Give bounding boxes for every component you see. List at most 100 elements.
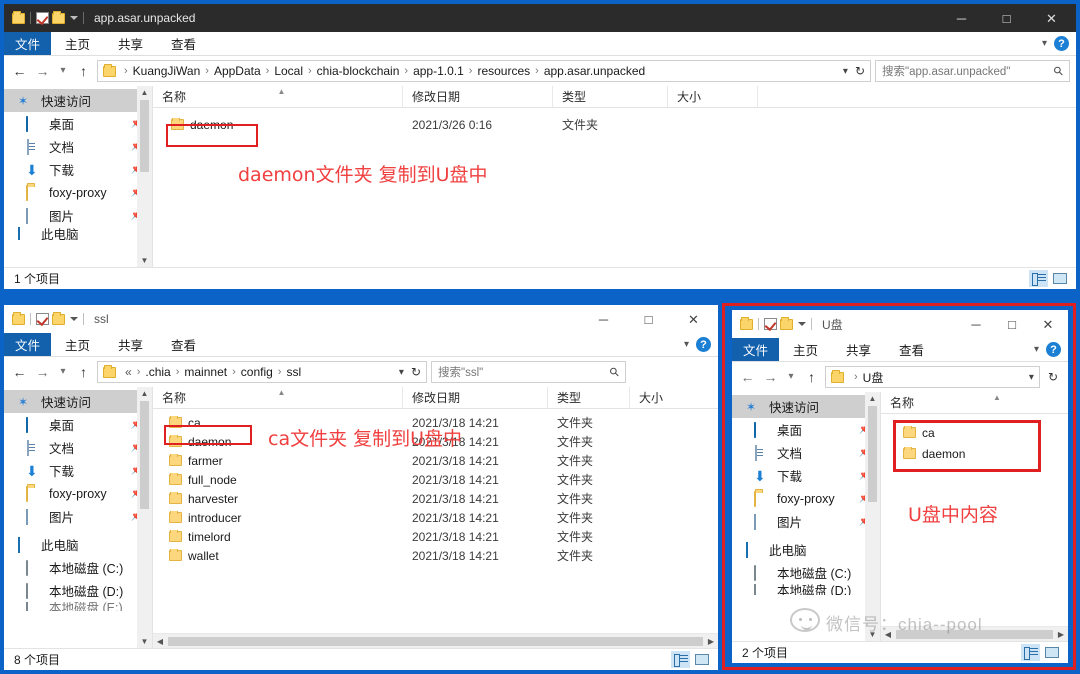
address-row[interactable]: ← → ▾ ↑ › U盘 ▾ ↻ — [732, 362, 1068, 392]
column-header-name[interactable]: 名称 ▲ — [881, 392, 1056, 413]
scroll-left-icon[interactable]: ◀ — [153, 637, 167, 646]
scroll-right-icon[interactable]: ▶ — [704, 637, 718, 646]
sidebar-item-foxy-proxy[interactable]: foxy-proxy 📌 — [4, 482, 152, 505]
column-header-size[interactable]: 大小 — [630, 387, 700, 408]
maximize-button[interactable]: □ — [626, 305, 671, 333]
minimize-button[interactable]: ─ — [958, 310, 994, 338]
ribbon-expand-icon[interactable]: ▾ — [1034, 344, 1039, 355]
nav-list[interactable]: ✶ 快速访问 桌面 📌 文档 📌 ⬇ 下载 📌 — [4, 86, 152, 267]
sidebar-item-quick-access[interactable]: ✶ 快速访问 — [4, 390, 152, 413]
tab-home[interactable]: 主页 — [51, 333, 104, 356]
sidebar-item-this-pc[interactable]: 此电脑 — [4, 227, 152, 240]
sidebar-item-desktop[interactable]: 桌面 📌 — [4, 413, 152, 436]
sidebar-item-local-disk-d[interactable]: 本地磁盘 (D:) — [732, 584, 880, 595]
sidebar-item-local-disk-e[interactable]: 本地磁盘 (E:) — [4, 602, 152, 611]
column-headers[interactable]: 名称 ▲ 修改日期 类型 大小 — [153, 387, 718, 409]
sidebar-item-downloads[interactable]: ⬇ 下载 📌 — [4, 459, 152, 482]
properties-icon[interactable] — [764, 318, 777, 330]
sidebar-item-foxy-proxy[interactable]: foxy-proxy 📌 — [732, 487, 880, 510]
close-button[interactable]: ✕ — [1029, 4, 1074, 32]
help-icon[interactable]: ? — [696, 337, 711, 352]
navigation-pane[interactable]: ✶ 快速访问 桌面 📌 文档 📌 ⬇ 下载 📌 — [732, 392, 880, 641]
tab-share[interactable]: 共享 — [104, 333, 157, 356]
scrollbar-thumb[interactable] — [140, 100, 149, 172]
chevron-down-icon[interactable] — [798, 322, 806, 326]
maximize-button[interactable]: □ — [994, 310, 1030, 338]
column-header-modified[interactable]: 修改日期 — [403, 86, 553, 107]
window-controls[interactable]: ─ □ ✕ — [581, 305, 716, 333]
ribbon-tabs[interactable]: 文件 主页 共享 查看 ▾ ? — [4, 32, 1076, 56]
minimize-button[interactable]: ─ — [581, 305, 626, 333]
column-header-name[interactable]: 名称 ▲ — [153, 86, 403, 107]
window-controls[interactable]: ─ □ ✕ — [939, 4, 1074, 32]
address-row[interactable]: ← → ▾ ↑ « › .chia › mainnet › config › s… — [4, 357, 718, 387]
breadcrumb-item[interactable]: .chia — [144, 365, 171, 379]
address-row[interactable]: ← → ▾ ↑ › KuangJiWan › AppData › Local ›… — [4, 56, 1076, 86]
table-row[interactable]: wallet2021/3/18 14:21文件夹 — [153, 546, 718, 565]
ribbon-expand-icon[interactable]: ▾ — [684, 339, 689, 350]
table-row[interactable]: full_node2021/3/18 14:21文件夹 — [153, 470, 718, 489]
search-input[interactable]: 搜索"app.asar.unpacked" ⚲ — [875, 60, 1070, 82]
address-dropdown-icon[interactable]: ▾ — [843, 66, 848, 77]
sidebar-item-pictures[interactable]: 图片 📌 — [732, 510, 880, 533]
new-folder-icon[interactable] — [52, 314, 65, 325]
refresh-icon[interactable]: ↻ — [1044, 370, 1062, 384]
address-bar[interactable]: › KuangJiWan › AppData › Local › chia-bl… — [97, 60, 871, 82]
details-view-button[interactable] — [1029, 270, 1048, 287]
recent-locations-icon[interactable]: ▾ — [56, 367, 70, 377]
sidebar-item-downloads[interactable]: ⬇ 下载 📌 — [4, 158, 152, 181]
table-row[interactable]: harvester2021/3/18 14:21文件夹 — [153, 489, 718, 508]
sidebar-item-local-disk-d[interactable]: 本地磁盘 (D:) — [4, 579, 152, 602]
refresh-icon[interactable]: ↻ — [855, 64, 865, 78]
scrollbar-thumb[interactable] — [140, 401, 149, 509]
tab-view[interactable]: 查看 — [157, 32, 210, 55]
new-folder-icon[interactable] — [780, 319, 793, 330]
tab-share[interactable]: 共享 — [104, 32, 157, 55]
tab-home[interactable]: 主页 — [779, 338, 832, 361]
sidebar-item-this-pc[interactable]: 此电脑 — [732, 538, 880, 561]
tab-file[interactable]: 文件 — [4, 32, 51, 55]
scroll-right-icon[interactable]: ▶ — [1054, 630, 1068, 639]
new-folder-icon[interactable] — [52, 13, 65, 24]
up-button[interactable]: ↑ — [802, 370, 821, 384]
recent-locations-icon[interactable]: ▾ — [56, 66, 70, 76]
search-icon[interactable]: ⚲ — [1051, 63, 1067, 79]
breadcrumb-item[interactable]: config — [240, 365, 274, 379]
nav-scrollbar[interactable]: ▲ ▼ — [137, 387, 152, 648]
minimize-button[interactable]: ─ — [939, 4, 984, 32]
maximize-button[interactable]: □ — [984, 4, 1029, 32]
nav-scrollbar[interactable]: ▲ ▼ — [137, 86, 152, 267]
close-button[interactable]: ✕ — [1030, 310, 1066, 338]
titlebar-udisk[interactable]: U盘 ─ □ ✕ — [732, 310, 1068, 338]
tab-file[interactable]: 文件 — [4, 333, 51, 356]
sidebar-item-desktop[interactable]: 桌面 📌 — [4, 112, 152, 135]
search-input[interactable]: 搜索"ssl" ⚲ — [431, 361, 626, 383]
tab-view[interactable]: 查看 — [157, 333, 210, 356]
nav-list[interactable]: ✶ 快速访问 桌面 📌 文档 📌 ⬇ 下载 📌 — [732, 392, 880, 641]
address-bar[interactable]: › U盘 ▾ — [825, 366, 1040, 388]
scroll-down-icon[interactable]: ▼ — [141, 254, 149, 267]
large-icons-view-button[interactable] — [692, 651, 711, 668]
address-dropdown-icon[interactable]: ▾ — [399, 367, 404, 378]
table-row[interactable]: daemon 2021/3/26 0:16 文件夹 — [153, 115, 1076, 134]
ribbon-tabs[interactable]: 文件 主页 共享 查看 ▾ ? — [4, 333, 718, 357]
scrollbar-thumb[interactable] — [868, 406, 877, 502]
column-headers[interactable]: 名称 ▲ — [881, 392, 1068, 414]
sidebar-item-documents[interactable]: 文档 📌 — [4, 135, 152, 158]
table-row[interactable]: ca — [881, 422, 1068, 443]
recent-locations-icon[interactable]: ▾ — [784, 372, 798, 382]
sidebar-item-documents[interactable]: 文档 📌 — [732, 441, 880, 464]
sidebar-item-pictures[interactable]: 图片 📌 — [4, 204, 152, 227]
breadcrumb-overflow[interactable]: « — [124, 365, 133, 379]
large-icons-view-button[interactable] — [1050, 270, 1069, 287]
details-view-button[interactable] — [671, 651, 690, 668]
sidebar-item-quick-access[interactable]: ✶ 快速访问 — [732, 395, 880, 418]
breadcrumb-item[interactable]: app.asar.unpacked — [543, 64, 646, 78]
chevron-down-icon[interactable] — [70, 317, 78, 321]
breadcrumb-item[interactable]: mainnet — [183, 365, 228, 379]
window-controls[interactable]: ─ □ ✕ — [958, 310, 1066, 338]
breadcrumb-item[interactable]: KuangJiWan — [132, 64, 202, 78]
tab-file[interactable]: 文件 — [732, 338, 779, 361]
scroll-up-icon[interactable]: ▲ — [141, 387, 149, 400]
tab-share[interactable]: 共享 — [832, 338, 885, 361]
